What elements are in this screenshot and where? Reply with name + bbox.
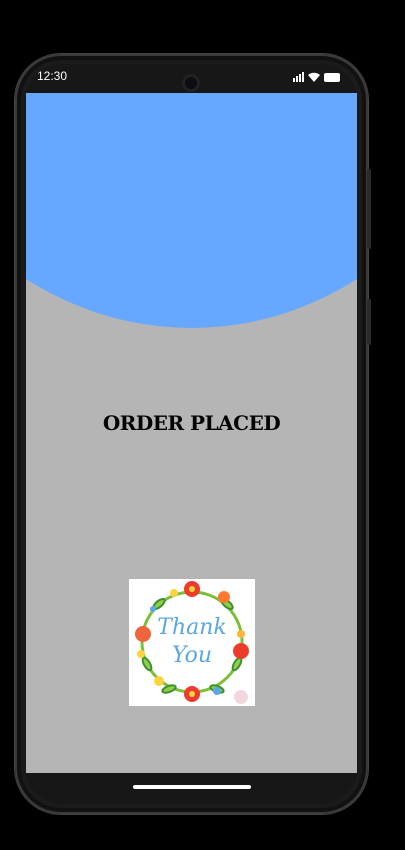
phone-frame: 12:30 ORDER PLACED Thank You <box>15 54 371 814</box>
order-placed-screen: ORDER PLACED Thank You <box>26 93 357 773</box>
phone-screen: 12:30 ORDER PLACED Thank You <box>25 64 358 804</box>
page-title: ORDER PLACED <box>102 411 281 435</box>
status-time: 12:30 <box>37 69 68 83</box>
power-button <box>367 299 371 345</box>
battery-icon <box>324 73 340 82</box>
thank-text: Thank <box>157 615 227 640</box>
thank-you-image: Thank You <box>129 579 255 706</box>
volume-button <box>367 169 371 249</box>
you-text: You <box>171 643 213 668</box>
status-icons <box>293 72 340 82</box>
home-indicator[interactable] <box>133 785 251 789</box>
front-camera <box>182 74 200 92</box>
wifi-icon <box>308 72 320 82</box>
header-arc <box>26 93 357 328</box>
signal-icon <box>293 72 304 82</box>
status-bar: 12:30 <box>25 64 358 94</box>
navigation-bar <box>25 773 358 804</box>
